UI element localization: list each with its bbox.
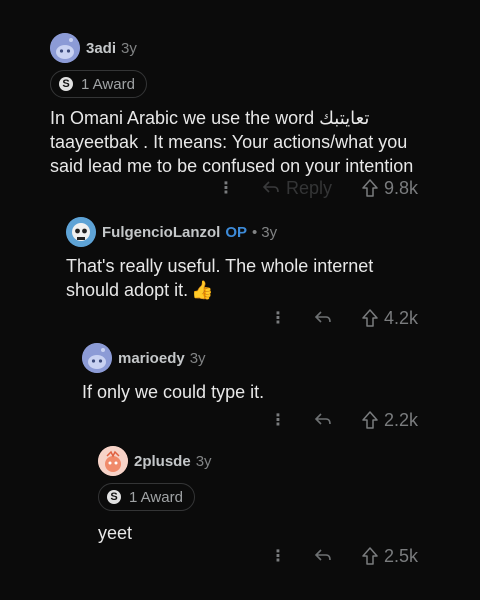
upvote-button[interactable]: 2.2k (362, 410, 418, 431)
op-badge: OP (225, 223, 248, 241)
username[interactable]: 2plusde (134, 453, 191, 470)
vote-count: 4.2k (384, 307, 419, 328)
reply-label: Reply (286, 177, 333, 198)
snoo-avatar-icon (82, 343, 112, 373)
comment-fulgenciolanzol: FulgencioLanzol OP • 3y That's really us… (66, 216, 466, 302)
avatar[interactable] (98, 446, 128, 476)
upvote-arrow-icon (362, 547, 378, 565)
upvote-arrow-icon (362, 179, 378, 197)
more-options-icon[interactable]: ⋮ (270, 410, 286, 430)
comment-header: marioedy 3y (82, 342, 462, 374)
vote-count: 9.8k (384, 177, 419, 198)
upvote-arrow-icon (362, 411, 378, 429)
comment-line: If only we could type it. (82, 382, 265, 402)
award-badge[interactable]: S 1 Award (98, 483, 195, 511)
upvote-button[interactable]: 4.2k (362, 308, 418, 329)
reply-arrow-icon (314, 311, 331, 323)
comment-age: 3y (261, 223, 278, 241)
vote-count: 2.5k (384, 545, 419, 566)
comment-body: That's really useful. The whole internet… (66, 254, 466, 302)
silver-award-icon: S (107, 490, 121, 504)
comment-header: FulgencioLanzol OP • 3y (66, 216, 466, 248)
award-label: 1 Award (129, 488, 183, 506)
avatar[interactable] (66, 217, 96, 247)
avatar[interactable] (50, 33, 80, 63)
reply-arrow-icon (262, 181, 279, 193)
comment-line: should adopt it. 👍 (66, 278, 466, 302)
thumbs-up-emoji: 👍 (191, 280, 214, 300)
silver-award-icon: S (59, 77, 73, 91)
comment-line: In Omani Arabic we use the word تعايتبك (50, 108, 370, 128)
reply-button[interactable] (314, 310, 332, 326)
reply-arrow-icon (314, 549, 331, 561)
comment-age: 3y (189, 349, 206, 367)
comment-3adi: 3adi 3y S 1 Award In Omani Arabic we use… (50, 32, 470, 178)
comment-line: said lead me to be confused on your inte… (50, 156, 414, 176)
comment-actions: ⋮ Reply 9.8k (0, 176, 480, 200)
snoo-avatar-icon (50, 33, 80, 63)
comment-actions: ⋮ 2.5k (0, 544, 480, 568)
snoo-avatar-icon (98, 446, 128, 476)
comment-body: yeet (98, 521, 458, 545)
username[interactable]: 3adi (86, 40, 116, 57)
reply-button[interactable]: Reply (262, 178, 332, 199)
comment-marioedy: marioedy 3y If only we could type it. (82, 342, 462, 404)
username[interactable]: FulgencioLanzol (102, 224, 220, 241)
comment-header: 2plusde 3y (98, 445, 458, 477)
comment-age: 3y (195, 452, 212, 470)
upvote-button[interactable]: 2.5k (362, 546, 418, 567)
reply-arrow-icon (314, 413, 331, 425)
reply-button[interactable] (314, 548, 332, 564)
comment-line: taayeetbak . It means: Your actions/what… (50, 132, 408, 152)
upvote-button[interactable]: 9.8k (362, 178, 418, 199)
upvote-arrow-icon (362, 309, 378, 327)
skull-avatar-icon (66, 217, 96, 247)
avatar[interactable] (82, 343, 112, 373)
comment-body: In Omani Arabic we use the word تعايتبك … (50, 106, 470, 178)
comment-line: That's really useful. The whole internet (66, 256, 374, 276)
separator-dot: • (252, 223, 258, 241)
award-label: 1 Award (81, 75, 135, 93)
more-options-icon[interactable]: ⋮ (270, 308, 286, 328)
reply-button[interactable] (314, 412, 332, 428)
award-badge[interactable]: S 1 Award (50, 70, 147, 98)
vote-count: 2.2k (384, 409, 419, 430)
comment-body: If only we could type it. (82, 380, 462, 404)
comment-actions: ⋮ 4.2k (0, 306, 480, 330)
comment-2plusde: 2plusde 3y S 1 Award yeet (98, 445, 458, 545)
more-options-icon[interactable]: ⋮ (270, 546, 286, 566)
more-options-icon[interactable]: ⋮ (218, 178, 234, 198)
comment-header: 3adi 3y (50, 32, 470, 64)
comment-line-text: should adopt it. (66, 280, 189, 300)
comment-actions: ⋮ 2.2k (0, 408, 480, 432)
comment-line: yeet (98, 523, 133, 543)
comment-age: 3y (121, 39, 137, 57)
username[interactable]: marioedy (118, 350, 185, 367)
